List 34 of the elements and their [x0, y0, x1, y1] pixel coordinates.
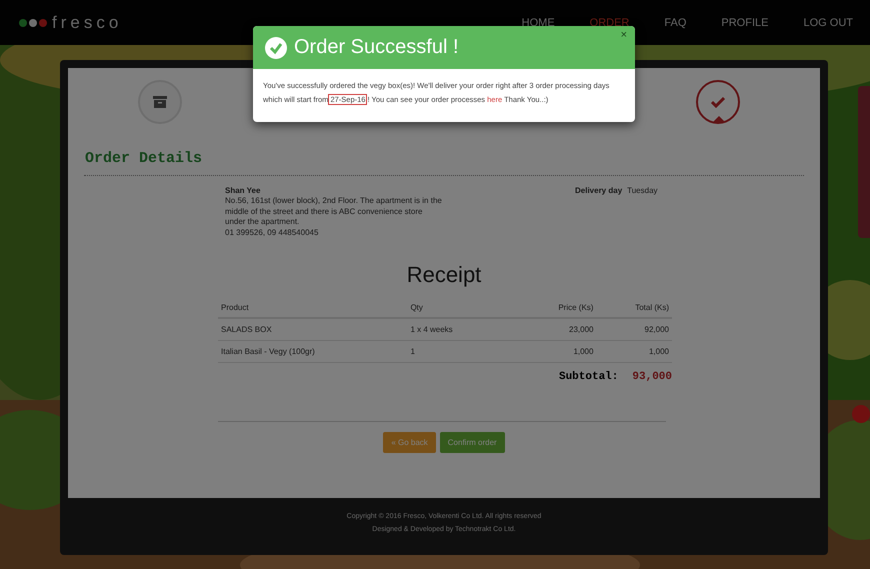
column-header: Price (Ks) [518, 298, 596, 318]
logo-text[interactable]: fresco [52, 12, 122, 32]
table-cell: 1 [407, 340, 518, 362]
column-header: Product [218, 298, 408, 318]
check-icon [711, 96, 725, 108]
table-cell: Italian Basil - Vegy (100gr) [218, 340, 408, 362]
phone-numbers: 01 399526, 09 448540045 [225, 228, 320, 238]
table-cell: 23,000 [518, 318, 596, 340]
logo-dots-icon [18, 18, 48, 28]
nav-link[interactable]: HOME [504, 16, 572, 28]
confirm-button[interactable]: Confirm order [440, 432, 505, 453]
subtotal-label: Subtotal: [558, 370, 618, 383]
dialog-title: Order Successful ! [294, 36, 459, 59]
archive-box-icon [153, 96, 167, 108]
table-cell: 1,000 [518, 340, 596, 362]
close-button[interactable]: × [620, 29, 627, 41]
column-header: Qty [407, 298, 518, 318]
subtotal-value: 93,000 [632, 370, 672, 383]
delivery-value: Tuesday [627, 186, 658, 195]
table-cell: 1 x 4 weeks [407, 318, 518, 340]
side-tab[interactable] [858, 86, 870, 238]
section-title: Order Details [85, 150, 204, 167]
nav-link[interactable]: LOG OUT [785, 16, 870, 28]
column-header: Total (Ks) [596, 298, 672, 318]
receipt-title: Receipt [406, 262, 482, 288]
table-cell: 1,000 [596, 340, 672, 362]
check-circle-icon [265, 36, 287, 58]
table-cell: SALADS BOX [218, 318, 408, 340]
nav-link[interactable]: PROFILE [703, 16, 786, 28]
table-cell: 92,000 [596, 318, 672, 340]
address-text: No.56, 161st (lower block), 2nd Floor. The apartment is in the middle of the street and there is ABC convenience store under the apartment. [225, 196, 443, 228]
customer-name: Shan Yee [225, 186, 262, 196]
delivery-label: Delivery day [575, 186, 622, 195]
nav-link[interactable]: FAQ [646, 16, 704, 28]
